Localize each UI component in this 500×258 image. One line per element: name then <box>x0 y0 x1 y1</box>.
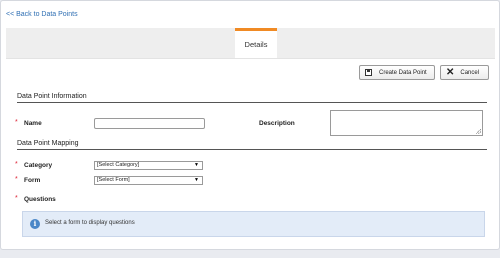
info-icon: i <box>30 219 40 229</box>
close-icon: ✕ <box>446 66 455 78</box>
section-title-info: Data Point Information <box>17 93 87 100</box>
tab-divider <box>6 58 495 59</box>
tab-bar: Details <box>6 28 495 58</box>
cancel-button[interactable]: ✕ Cancel <box>440 65 489 80</box>
category-select[interactable]: [Select Category] ▼ <box>94 161 203 170</box>
tab-details[interactable]: Details <box>235 28 277 58</box>
required-marker: * <box>15 195 18 202</box>
back-to-data-points-link[interactable]: << Back to Data Points <box>6 11 78 18</box>
category-label: Category <box>24 162 53 169</box>
name-label: Name <box>24 120 42 127</box>
cancel-label: Cancel <box>460 69 480 76</box>
page-panel: << Back to Data Points Details Create Da… <box>0 0 500 250</box>
form-select-value: [Select Form] <box>97 177 130 183</box>
required-marker: * <box>15 119 18 126</box>
form-select[interactable]: [Select Form] ▼ <box>94 176 203 185</box>
save-icon <box>365 69 372 76</box>
section-rule-mapping <box>17 149 487 150</box>
info-message-text: Select a form to display questions <box>45 220 135 226</box>
name-input[interactable] <box>94 118 205 129</box>
description-textarea[interactable] <box>330 110 483 136</box>
description-label: Description <box>259 120 295 127</box>
form-label: Form <box>24 177 41 184</box>
questions-info-message: i Select a form to display questions <box>22 211 485 237</box>
resize-grip-icon[interactable] <box>476 129 481 134</box>
required-marker: * <box>15 176 18 183</box>
section-title-mapping: Data Point Mapping <box>17 140 79 147</box>
create-data-point-button[interactable]: Create Data Point <box>359 65 435 80</box>
required-marker: * <box>15 161 18 168</box>
dropdown-arrow-icon: ▼ <box>194 177 199 183</box>
section-rule-info <box>17 102 487 103</box>
dropdown-arrow-icon: ▼ <box>194 162 199 168</box>
create-data-point-label: Create Data Point <box>379 69 427 76</box>
questions-label: Questions <box>24 196 56 203</box>
category-select-value: [Select Category] <box>97 162 140 168</box>
